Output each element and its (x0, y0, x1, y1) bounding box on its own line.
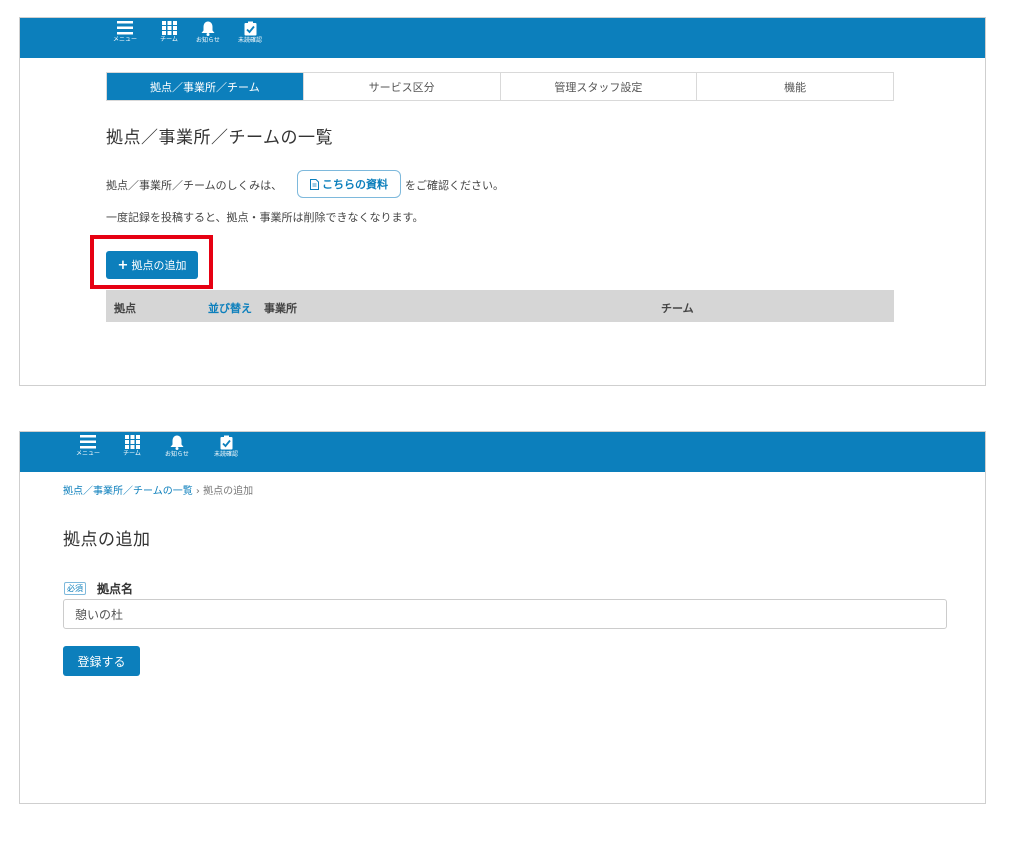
add-base-button[interactable]: + 拠点の追加 (106, 251, 198, 279)
column-base: 拠点 (114, 302, 136, 315)
nav-notices[interactable]: お知らせ (190, 21, 226, 55)
breadcrumb-current: 拠点の追加 (203, 486, 254, 497)
required-badge: 必須 (64, 582, 86, 595)
nav-notices-label: お知らせ (165, 451, 189, 458)
document-link-button[interactable]: こちらの資料 (297, 170, 401, 198)
menu-icon (117, 21, 133, 35)
nav-unread[interactable]: 未読確認 (232, 21, 268, 55)
base-list-screen: メニュー チーム お知らせ 未読確認 拠点／事業所／チーム サービス区分 管理ス… (19, 17, 986, 386)
page-title: 拠点の追加 (63, 530, 151, 550)
clipboard-check-icon (244, 21, 256, 36)
tab-features[interactable]: 機能 (697, 73, 893, 100)
nav-unread[interactable]: 未読確認 (208, 435, 244, 469)
nav-team-label: チーム (160, 36, 178, 43)
nav-notices[interactable]: お知らせ (159, 435, 195, 469)
nav-team[interactable]: チーム (114, 435, 150, 469)
notice-text: 一度記録を投稿すると、拠点・事業所は削除できなくなります。 (106, 211, 424, 224)
add-base-screen: メニュー チーム お知らせ 未読確認 拠点／事業所／チームの一覧 › 拠点の追加… (19, 431, 986, 804)
nav-menu[interactable]: メニュー (107, 21, 143, 55)
page-title: 拠点／事業所／チームの一覧 (106, 128, 333, 148)
bell-icon (201, 21, 215, 36)
document-link-label: こちらの資料 (322, 178, 388, 191)
register-button[interactable]: 登録する (63, 646, 140, 676)
breadcrumb: 拠点／事業所／チームの一覧 › 拠点の追加 (63, 482, 253, 497)
bell-icon (170, 435, 184, 450)
base-name-label: 拠点名 (97, 582, 134, 596)
column-team: チーム (661, 302, 694, 315)
menu-icon (80, 435, 96, 449)
plus-icon: + (117, 257, 129, 273)
nav-unread-label: 未読確認 (213, 451, 238, 458)
tab-base-office-team[interactable]: 拠点／事業所／チーム (107, 73, 304, 100)
grid-icon (124, 435, 140, 449)
info-text-prefix: 拠点／事業所／チームのしくみは、 (106, 179, 283, 192)
info-text-suffix: をご確認ください。 (405, 179, 504, 192)
breadcrumb-separator: › (195, 486, 200, 497)
nav-team[interactable]: チーム (151, 21, 187, 55)
sort-link[interactable]: 並び替え (208, 300, 252, 316)
grid-icon (161, 21, 177, 35)
settings-tabs: 拠点／事業所／チーム サービス区分 管理スタッフ設定 機能 (106, 72, 894, 101)
tab-staff-settings[interactable]: 管理スタッフ設定 (501, 73, 698, 100)
table-header: 拠点 並び替え 事業所 チーム (106, 290, 894, 322)
nav-notices-label: お知らせ (196, 37, 220, 44)
nav-unread-label: 未読確認 (237, 37, 262, 44)
document-icon (310, 178, 319, 190)
base-name-input[interactable] (63, 599, 947, 629)
nav-menu[interactable]: メニュー (70, 435, 106, 469)
breadcrumb-link-list[interactable]: 拠点／事業所／チームの一覧 (63, 486, 193, 497)
nav-menu-label: メニュー (75, 450, 100, 457)
top-nav-bar: メニュー チーム お知らせ 未読確認 (20, 18, 985, 58)
tab-service-category[interactable]: サービス区分 (304, 73, 501, 100)
column-office: 事業所 (264, 302, 297, 315)
nav-menu-label: メニュー (112, 36, 137, 43)
add-base-label: 拠点の追加 (131, 259, 187, 272)
nav-team-label: チーム (123, 450, 141, 457)
clipboard-check-icon (220, 435, 232, 450)
top-nav-bar: メニュー チーム お知らせ 未読確認 (20, 432, 985, 472)
